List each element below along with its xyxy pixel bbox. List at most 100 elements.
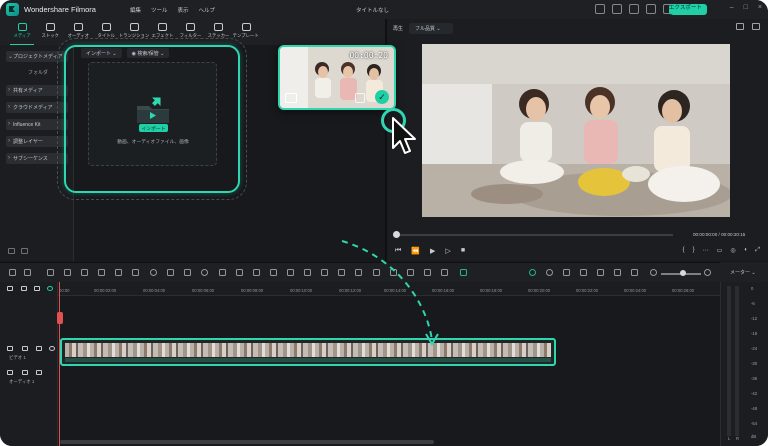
mark-in-icon[interactable]: {: [683, 247, 685, 254]
speaker-icon[interactable]: [36, 346, 42, 351]
zoom-icon[interactable]: [150, 269, 157, 276]
ruler-tick: 00:00:06:00: [192, 288, 215, 293]
sidebar-folder[interactable]: フォルダ: [28, 69, 48, 76]
channel-left: L: [728, 436, 731, 441]
pointer-icon[interactable]: [24, 269, 31, 276]
stop-icon[interactable]: ■: [461, 247, 465, 255]
volume-icon[interactable]: ◖: [744, 247, 748, 254]
delete-icon[interactable]: [81, 269, 88, 276]
menu-tools[interactable]: ツール: [151, 6, 168, 14]
color-match-icon[interactable]: [546, 269, 553, 276]
undo-icon[interactable]: [47, 269, 54, 276]
tab-media[interactable]: メディア: [10, 19, 34, 45]
redo-icon[interactable]: [64, 269, 71, 276]
clip-thumbnails: [65, 343, 551, 357]
track-manager-icon[interactable]: [21, 286, 27, 291]
gift-icon[interactable]: [629, 4, 639, 14]
paste-icon[interactable]: [321, 269, 328, 276]
snapshot-icon[interactable]: ◎: [730, 247, 735, 254]
player-header-icons: [736, 23, 760, 30]
zoom-out-icon[interactable]: [650, 269, 657, 276]
scrubber-handle[interactable]: [393, 231, 400, 238]
zoom-slider-handle[interactable]: [680, 270, 686, 276]
speed-icon[interactable]: [184, 269, 191, 276]
text-icon[interactable]: [132, 269, 139, 276]
send-icon[interactable]: [595, 4, 605, 14]
db-label: -12: [751, 316, 758, 321]
player-tab[interactable]: 再生: [393, 25, 403, 32]
playhead-handle[interactable]: [57, 312, 63, 324]
snap-icon[interactable]: [441, 269, 448, 276]
menu-edit[interactable]: 編集: [130, 6, 141, 14]
db-label: -24: [751, 346, 758, 351]
shield-icon[interactable]: [563, 269, 570, 276]
layout-icon[interactable]: [631, 269, 638, 276]
tab-stock[interactable]: ストック: [38, 19, 62, 45]
ai-icon[interactable]: [390, 269, 397, 276]
audio-speaker-icon[interactable]: [36, 370, 42, 375]
mark-out-icon[interactable]: }: [693, 247, 695, 254]
group-icon[interactable]: [338, 269, 345, 276]
dragged-media-thumbnail[interactable]: 00:00:20 ✓: [278, 45, 396, 110]
new-folder-icon[interactable]: [8, 248, 15, 254]
feedback-icon[interactable]: [646, 4, 656, 14]
add-track-icon[interactable]: [7, 286, 13, 291]
eye-icon[interactable]: [49, 346, 55, 351]
play-icon[interactable]: ▶: [430, 247, 435, 255]
copy-icon[interactable]: [304, 269, 311, 276]
marker-icon[interactable]: [407, 269, 414, 276]
render-icon[interactable]: [529, 269, 536, 276]
microphone-icon[interactable]: [580, 269, 587, 276]
timeline-ruler[interactable]: 00:00 00:00:02:00 00:00:04:00 00:00:06:0…: [58, 282, 720, 296]
template-icon: [241, 23, 251, 31]
zoom-in-icon[interactable]: [704, 269, 711, 276]
caption-icon[interactable]: [614, 269, 621, 276]
timer-icon[interactable]: [201, 269, 208, 276]
color-icon[interactable]: [167, 269, 174, 276]
minimize-icon[interactable]: –: [730, 4, 734, 11]
transform-icon[interactable]: [373, 269, 380, 276]
step-forward-icon[interactable]: ▷: [445, 247, 450, 255]
mask-icon[interactable]: [236, 269, 243, 276]
link-icon[interactable]: [460, 269, 467, 276]
playhead[interactable]: [59, 282, 60, 446]
fullscreen-icon[interactable]: ⤢: [755, 247, 760, 254]
ruler-tick: 00:00: [59, 288, 70, 293]
maximize-icon[interactable]: □: [744, 4, 748, 11]
display-icon[interactable]: ▭: [717, 247, 723, 254]
lock-icon[interactable]: [22, 346, 28, 351]
grid-icon[interactable]: [9, 269, 16, 276]
record-icon[interactable]: [270, 269, 277, 276]
step-back-icon[interactable]: ⏪: [411, 247, 420, 255]
image-icon[interactable]: [752, 23, 760, 30]
menu-view[interactable]: 表示: [178, 6, 189, 14]
close-icon[interactable]: ×: [758, 4, 762, 11]
folder-icon[interactable]: [21, 248, 28, 254]
timeline-tracks[interactable]: [58, 296, 720, 446]
audio-lock-icon[interactable]: [22, 370, 28, 375]
stabilize-icon[interactable]: [219, 269, 226, 276]
split-icon[interactable]: [98, 269, 105, 276]
cloud-icon[interactable]: [612, 4, 622, 14]
playback-scrubber[interactable]: [393, 234, 673, 236]
compare-icon[interactable]: [736, 23, 744, 30]
quality-dropdown[interactable]: フル品質 ⌄: [409, 23, 454, 34]
prev-frame-icon[interactable]: ⏮: [395, 247, 401, 255]
keyframe-icon[interactable]: [253, 269, 260, 276]
timeline-scrollbar[interactable]: [60, 440, 434, 444]
menu-help[interactable]: ヘルプ: [199, 6, 216, 14]
detach-icon[interactable]: [355, 269, 362, 276]
magnet-icon[interactable]: [47, 286, 53, 291]
video-clip[interactable]: [60, 338, 556, 366]
audio-mix-icon[interactable]: [597, 269, 604, 276]
meter-dropdown[interactable]: メーター ⌄: [730, 270, 756, 276]
freeze-icon[interactable]: [424, 269, 431, 276]
import-button[interactable]: インポート: [139, 124, 168, 132]
link-track-icon[interactable]: [34, 286, 40, 291]
window-controls: – □ ×: [730, 4, 762, 11]
audio-detach-icon[interactable]: [287, 269, 294, 276]
more-icon[interactable]: ⋯: [703, 247, 709, 254]
export-button[interactable]: エクスポート ⌄: [669, 4, 707, 17]
meter-bar-left: [727, 286, 731, 436]
crop-icon[interactable]: [115, 269, 122, 276]
